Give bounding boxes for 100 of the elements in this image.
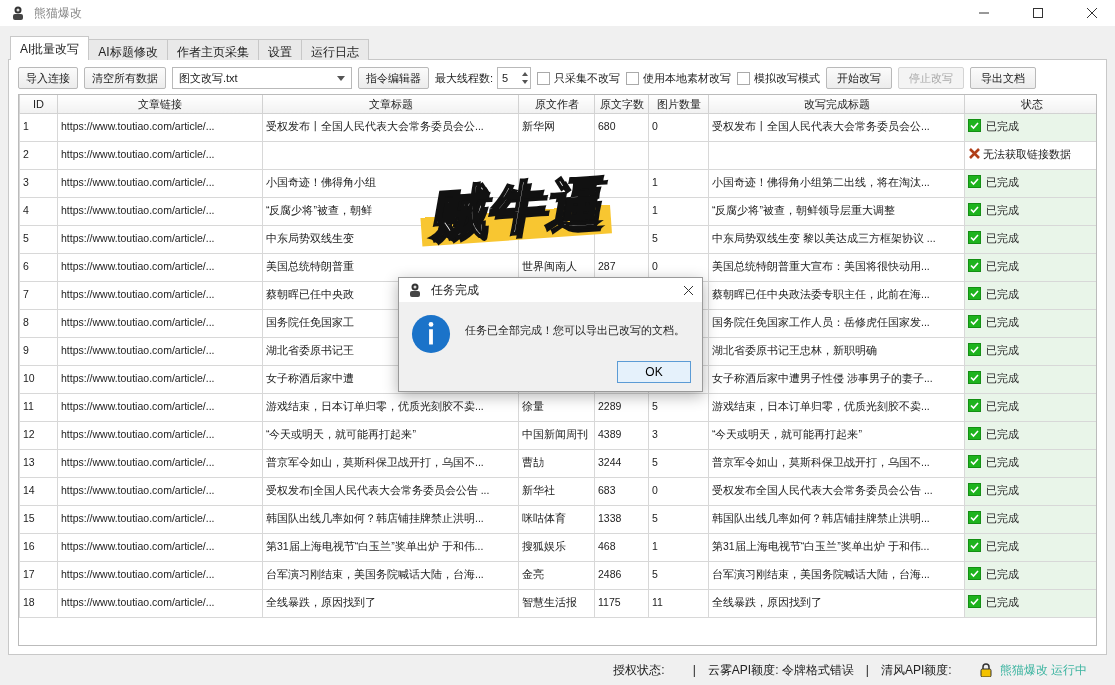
checkmark-icon [968, 203, 981, 217]
status-text: 已完成 [986, 400, 1019, 413]
checkmark-icon [968, 231, 981, 245]
table-cell: https://www.toutiao.com/article/... [61, 372, 215, 385]
table-cell: 韩国队出线几率如何？韩店铺挂牌禁止洪明... [712, 512, 930, 525]
dialog-message: 任务已全部完成！您可以导出已改写的文档。 [465, 323, 685, 338]
table-cell: 18 [23, 596, 35, 609]
status-text: 已完成 [986, 484, 1019, 497]
table-cell: 1 [652, 176, 658, 189]
table-cell: https://www.toutiao.com/article/... [61, 540, 215, 553]
action-button[interactable]: 开始改写 [826, 67, 893, 89]
checkmark-icon [968, 175, 981, 189]
table-cell: 3 [652, 428, 658, 441]
table-cell: 受权发布全国人民代表大会常务委员会公告 ... [712, 484, 933, 497]
clear-button[interactable]: 清空所有数据 [84, 67, 166, 89]
status-text: 已完成 [986, 372, 1019, 385]
maximize-icon[interactable] [1032, 7, 1044, 19]
checkmark-icon [968, 455, 981, 469]
table-cell: 国务院任免国家工作人员：岳修虎任国家发... [712, 316, 930, 329]
checkmark-icon [968, 287, 981, 301]
table-cell: 16 [23, 540, 35, 553]
table-cell: 智慧生活报 [522, 596, 577, 609]
table-cell: 普京军令如山，莫斯科保卫战开打，乌国不... [712, 456, 930, 469]
table-cell: 287 [598, 260, 616, 273]
status-text: 已完成 [986, 176, 1019, 189]
checkmark-icon [968, 427, 981, 441]
table-cell: 徐量 [522, 400, 544, 413]
status-text: 已完成 [986, 456, 1019, 469]
table-cell: 游戏结束，日本订单归零，优质光刻胶不卖... [266, 400, 484, 413]
column-header[interactable]: 状态 [1020, 97, 1043, 110]
checkmark-icon [968, 119, 981, 133]
column-header[interactable]: 文章标题 [368, 97, 413, 110]
table-cell: 6 [23, 260, 29, 273]
window-title: 熊猫爆改 [34, 5, 82, 22]
table-cell: 韩国队出线几率如何？韩店铺挂牌禁止洪明... [266, 512, 484, 525]
import-button[interactable]: 导入连接 [18, 67, 78, 89]
editor-button[interactable]: 指令编辑器 [358, 67, 429, 89]
table-cell: https://www.toutiao.com/article/... [61, 316, 215, 329]
tab[interactable]: AI批量改写 [10, 36, 90, 60]
action-button[interactable]: 导出文档 [970, 67, 1037, 89]
table-cell: 曹劼 [522, 456, 544, 469]
table-cell: 世界闽南人 [522, 260, 577, 273]
close-icon[interactable] [1086, 7, 1098, 19]
table-cell: “反腐少将”被查，朝鲜 [266, 204, 372, 217]
checkbox[interactable] [626, 71, 640, 85]
tab[interactable]: AI标题修改 [88, 39, 168, 60]
table-cell: 湖北省委原书记王 [266, 344, 354, 357]
checkmark-icon [968, 595, 981, 609]
table-cell: 9 [23, 344, 29, 357]
checkbox-label: 只采集不改写 [554, 70, 621, 86]
tab[interactable]: 设置 [257, 39, 302, 60]
tab[interactable]: 作者主页采集 [166, 39, 259, 60]
status-text: 已完成 [986, 540, 1019, 553]
table-cell: https://www.toutiao.com/article/... [61, 204, 215, 217]
table-cell: 0 [652, 484, 658, 497]
table-cell: 11 [652, 596, 663, 609]
table-cell: https://www.toutiao.com/article/... [61, 456, 215, 469]
dialog-title: 任务完成 [431, 282, 479, 299]
status-text: 已完成 [986, 596, 1019, 609]
cross-icon [968, 147, 981, 161]
table-cell: 国务院任免国家工 [266, 316, 354, 329]
table-cell: 小国奇迹！佛得角小组第二出线，将在淘汰... [712, 176, 930, 189]
checkmark-icon [968, 483, 981, 497]
auth-status-label: 授权状态: [613, 662, 665, 679]
table-cell: 8 [23, 316, 29, 329]
table-cell: 普京军令如山，莫斯科保卫战开打，乌国不... [266, 456, 484, 469]
table-cell: 5 [652, 456, 658, 469]
table-cell: https://www.toutiao.com/article/... [61, 288, 215, 301]
threads-spinbox[interactable]: 5 [497, 67, 532, 89]
table-cell: 咪咕体育 [522, 512, 566, 525]
checkbox-label: 模拟改写模式 [754, 70, 821, 86]
table-cell: https://www.toutiao.com/article/... [61, 428, 215, 441]
checkbox[interactable] [737, 71, 751, 85]
table-cell: 5 [652, 512, 658, 525]
table-cell: 0 [652, 120, 658, 133]
separator: | [865, 662, 869, 679]
tab[interactable]: 运行日志 [300, 39, 369, 60]
status-text: 已完成 [986, 204, 1019, 217]
table-cell: 中东局势双线生变 [266, 232, 354, 245]
checkbox-label: 使用本地素材改写 [643, 70, 732, 86]
separator: | [692, 662, 696, 679]
template-dropdown[interactable]: 图文改写.txt [172, 67, 352, 89]
status-text: 已完成 [986, 120, 1019, 133]
table-cell: 7 [23, 288, 29, 301]
column-header[interactable]: 改写完成标题 [803, 97, 870, 110]
table-cell: https://www.toutiao.com/article/... [61, 512, 215, 525]
table-cell: 12 [23, 428, 35, 441]
table-cell: 全线暴跌，原因找到了 [266, 596, 376, 609]
table-cell: 5 [23, 232, 29, 245]
column-header[interactable]: 文章链接 [138, 97, 182, 110]
table-cell: 女子称酒后家中遭 [266, 372, 354, 385]
table-cell: https://www.toutiao.com/article/... [61, 176, 215, 189]
checkmark-icon [968, 399, 981, 413]
table-cell: 15 [23, 512, 35, 525]
table-cell: “今天或明天，就可能再打起来” [266, 428, 416, 441]
table-cell: 10 [23, 372, 35, 385]
checkbox[interactable] [537, 71, 551, 85]
close-icon[interactable] [683, 284, 694, 296]
ok-button[interactable]: OK [617, 361, 691, 383]
table-cell: 搜狐娱乐 [522, 540, 566, 553]
